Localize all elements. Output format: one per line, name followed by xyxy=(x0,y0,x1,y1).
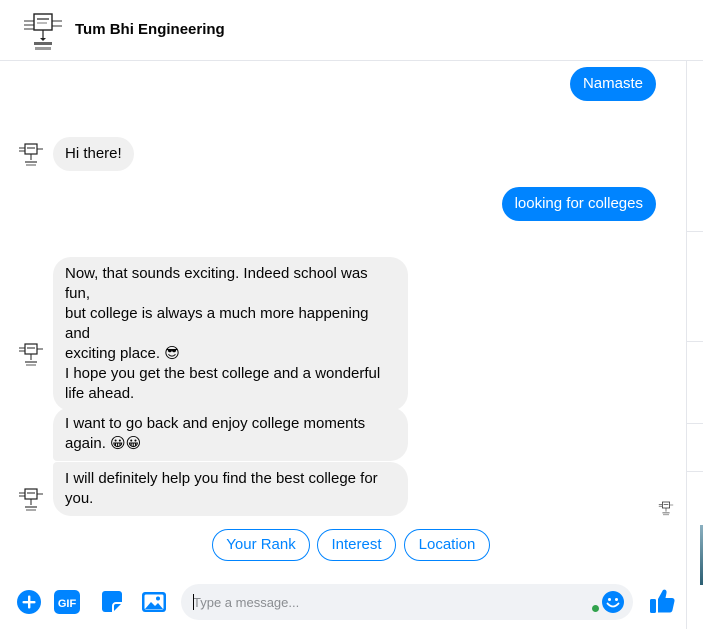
message-incoming: I will definitely help you find the best… xyxy=(53,462,408,516)
chat-header: Tum Bhi Engineering xyxy=(0,0,703,61)
engineer-flowchart-logo-icon[interactable] xyxy=(22,8,64,52)
text-caret xyxy=(193,594,194,610)
message-line: I will definitely help you find the best… xyxy=(65,470,378,487)
message-text: looking for colleges xyxy=(514,195,643,212)
message-line: I hope you get the best college and a wo… xyxy=(65,365,381,382)
message-list[interactable]: Namaste Hi there! looking for colleges N… xyxy=(0,61,686,569)
divider xyxy=(687,341,703,342)
message-incoming: Hi there! xyxy=(53,137,134,171)
plus-icon[interactable] xyxy=(16,589,42,615)
message-line: exciting place. 😎 xyxy=(65,345,180,362)
bot-avatar-icon xyxy=(18,139,44,169)
quick-reply-location[interactable]: Location xyxy=(404,529,490,561)
message-line: again. 😀😀 xyxy=(65,435,142,452)
quick-reply-your-rank[interactable]: Your Rank xyxy=(212,529,310,561)
message-text: Namaste xyxy=(582,75,643,92)
svg-text:GIF: GIF xyxy=(58,598,77,610)
message-line: I want to go back and enjoy college mome… xyxy=(65,415,366,432)
divider xyxy=(687,231,703,232)
quick-reply-interest[interactable]: Interest xyxy=(317,529,396,561)
chat-title: Tum Bhi Engineering xyxy=(75,21,225,38)
gif-icon[interactable]: GIF xyxy=(54,589,80,615)
divider xyxy=(687,471,703,472)
image-icon[interactable] xyxy=(141,589,167,615)
emoji-icon[interactable] xyxy=(601,590,625,614)
composer-bar: GIF xyxy=(0,576,686,629)
right-info-panel xyxy=(686,61,703,629)
message-line: you. xyxy=(65,490,94,507)
bot-avatar-icon xyxy=(18,339,44,369)
message-line: life ahead. xyxy=(65,385,135,402)
message-outgoing: Namaste xyxy=(569,67,656,101)
thumbs-up-icon[interactable] xyxy=(648,587,676,615)
message-outgoing: looking for colleges xyxy=(501,187,656,221)
online-status-dot xyxy=(592,605,599,612)
message-incoming: I want to go back and enjoy college mome… xyxy=(53,407,408,461)
message-incoming: Now, that sounds exciting. Indeed school… xyxy=(53,257,408,411)
bot-avatar-icon xyxy=(18,484,44,514)
divider xyxy=(687,423,703,424)
message-line: Now, that sounds exciting. Indeed school… xyxy=(65,265,368,302)
seen-receipt-icon xyxy=(658,499,674,517)
sticker-icon[interactable] xyxy=(99,589,125,615)
message-input[interactable] xyxy=(181,584,633,620)
message-text: Hi there! xyxy=(65,145,122,162)
message-line: but college is always a much more happen… xyxy=(65,305,369,342)
